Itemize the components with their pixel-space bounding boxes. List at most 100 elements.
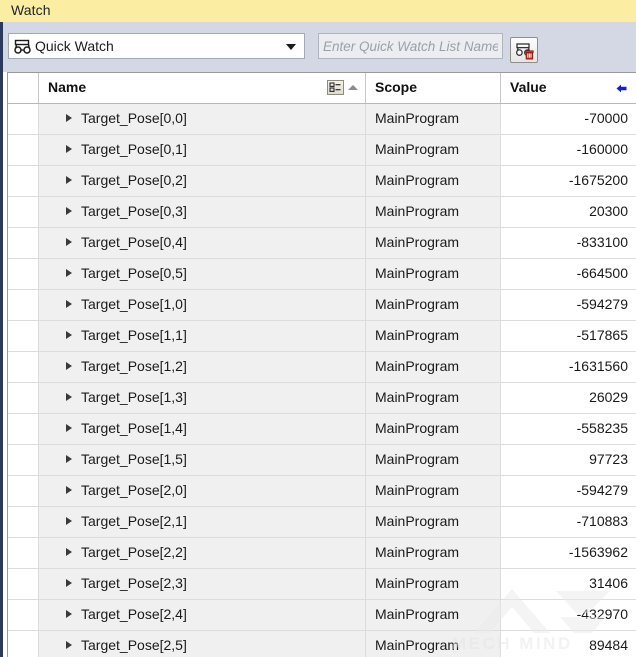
row-value-cell[interactable]: 20300 [501,197,636,227]
row-value-cell[interactable]: -432970 [501,600,636,630]
grid-header-value[interactable]: Value [501,73,636,103]
row-gutter-cell[interactable] [8,538,39,568]
row-gutter-cell[interactable] [8,445,39,475]
row-name-cell[interactable]: Target_Pose[0,1] [39,135,366,165]
expand-triangle-icon[interactable] [66,331,72,339]
expand-triangle-icon[interactable] [66,300,72,308]
table-row[interactable]: Target_Pose[1,2]MainProgram-1631560 [8,352,636,383]
row-scope-cell[interactable]: MainProgram [366,445,501,475]
row-value-cell[interactable]: -710883 [501,507,636,537]
filter-icon[interactable] [327,80,344,95]
table-row[interactable]: Target_Pose[0,2]MainProgram-1675200 [8,166,636,197]
row-name-cell[interactable]: Target_Pose[0,5] [39,259,366,289]
row-value-cell[interactable]: -558235 [501,414,636,444]
expand-triangle-icon[interactable] [66,393,72,401]
table-row[interactable]: Target_Pose[0,3]MainProgram20300 [8,197,636,228]
expand-triangle-icon[interactable] [66,114,72,122]
expand-triangle-icon[interactable] [66,269,72,277]
row-scope-cell[interactable]: MainProgram [366,321,501,351]
row-name-cell[interactable]: Target_Pose[0,4] [39,228,366,258]
table-row[interactable]: Target_Pose[1,0]MainProgram-594279 [8,290,636,321]
row-value-cell[interactable]: 26029 [501,383,636,413]
row-scope-cell[interactable]: MainProgram [366,569,501,599]
row-name-cell[interactable]: Target_Pose[2,5] [39,631,366,657]
table-row[interactable]: Target_Pose[1,4]MainProgram-558235 [8,414,636,445]
row-scope-cell[interactable]: MainProgram [366,383,501,413]
row-value-cell[interactable]: -1563962 [501,538,636,568]
table-row[interactable]: Target_Pose[2,3]MainProgram31406 [8,569,636,600]
row-name-cell[interactable]: Target_Pose[0,2] [39,166,366,196]
expand-triangle-icon[interactable] [66,424,72,432]
expand-triangle-icon[interactable] [66,362,72,370]
row-name-cell[interactable]: Target_Pose[0,0] [39,104,366,134]
row-gutter-cell[interactable] [8,414,39,444]
blue-left-arrow-icon[interactable] [615,82,628,95]
row-scope-cell[interactable]: MainProgram [366,197,501,227]
table-row[interactable]: Target_Pose[0,5]MainProgram-664500 [8,259,636,290]
expand-triangle-icon[interactable] [66,610,72,618]
delete-quick-watch-list-button[interactable] [510,37,538,63]
row-gutter-cell[interactable] [8,228,39,258]
table-row[interactable]: Target_Pose[2,4]MainProgram-432970 [8,600,636,631]
expand-triangle-icon[interactable] [66,517,72,525]
row-gutter-cell[interactable] [8,197,39,227]
row-name-cell[interactable]: Target_Pose[2,0] [39,476,366,506]
row-name-cell[interactable]: Target_Pose[1,1] [39,321,366,351]
row-scope-cell[interactable]: MainProgram [366,414,501,444]
expand-triangle-icon[interactable] [66,579,72,587]
row-value-cell[interactable]: -1675200 [501,166,636,196]
row-scope-cell[interactable]: MainProgram [366,228,501,258]
row-value-cell[interactable]: 89484 [501,631,636,657]
row-value-cell[interactable]: -160000 [501,135,636,165]
row-scope-cell[interactable]: MainProgram [366,352,501,382]
grid-header-scope[interactable]: Scope [366,73,501,103]
table-row[interactable]: Target_Pose[2,1]MainProgram-710883 [8,507,636,538]
row-name-cell[interactable]: Target_Pose[2,4] [39,600,366,630]
row-name-cell[interactable]: Target_Pose[1,0] [39,290,366,320]
row-gutter-cell[interactable] [8,631,39,657]
row-name-cell[interactable]: Target_Pose[1,3] [39,383,366,413]
row-value-cell[interactable]: 31406 [501,569,636,599]
table-row[interactable]: Target_Pose[2,2]MainProgram-1563962 [8,538,636,569]
row-scope-cell[interactable]: MainProgram [366,476,501,506]
row-gutter-cell[interactable] [8,104,39,134]
row-gutter-cell[interactable] [8,600,39,630]
row-name-cell[interactable]: Target_Pose[0,3] [39,197,366,227]
expand-triangle-icon[interactable] [66,207,72,215]
row-value-cell[interactable]: -664500 [501,259,636,289]
row-name-cell[interactable]: Target_Pose[2,2] [39,538,366,568]
table-row[interactable]: Target_Pose[1,5]MainProgram97723 [8,445,636,476]
row-value-cell[interactable]: -517865 [501,321,636,351]
row-gutter-cell[interactable] [8,383,39,413]
row-scope-cell[interactable]: MainProgram [366,631,501,657]
quick-watch-list-name-input[interactable] [318,33,503,59]
row-scope-cell[interactable]: MainProgram [366,538,501,568]
table-row[interactable]: Target_Pose[0,4]MainProgram-833100 [8,228,636,259]
row-scope-cell[interactable]: MainProgram [366,259,501,289]
row-name-cell[interactable]: Target_Pose[1,5] [39,445,366,475]
expand-triangle-icon[interactable] [66,145,72,153]
row-gutter-cell[interactable] [8,569,39,599]
table-row[interactable]: Target_Pose[2,0]MainProgram-594279 [8,476,636,507]
table-row[interactable]: Target_Pose[1,3]MainProgram26029 [8,383,636,414]
row-gutter-cell[interactable] [8,476,39,506]
quick-watch-list-dropdown[interactable]: Quick Watch [8,33,305,59]
row-scope-cell[interactable]: MainProgram [366,104,501,134]
expand-triangle-icon[interactable] [66,455,72,463]
row-value-cell[interactable]: -1631560 [501,352,636,382]
expand-triangle-icon[interactable] [66,641,72,649]
table-row[interactable]: Target_Pose[2,5]MainProgram89484 [8,631,636,657]
row-scope-cell[interactable]: MainProgram [366,135,501,165]
row-gutter-cell[interactable] [8,166,39,196]
row-scope-cell[interactable]: MainProgram [366,290,501,320]
row-gutter-cell[interactable] [8,507,39,537]
row-name-cell[interactable]: Target_Pose[2,3] [39,569,366,599]
row-name-cell[interactable]: Target_Pose[1,4] [39,414,366,444]
row-scope-cell[interactable]: MainProgram [366,507,501,537]
row-value-cell[interactable]: -594279 [501,476,636,506]
expand-triangle-icon[interactable] [66,238,72,246]
grid-header-name[interactable]: Name [39,73,366,103]
expand-triangle-icon[interactable] [66,176,72,184]
row-value-cell[interactable]: -70000 [501,104,636,134]
row-gutter-cell[interactable] [8,352,39,382]
